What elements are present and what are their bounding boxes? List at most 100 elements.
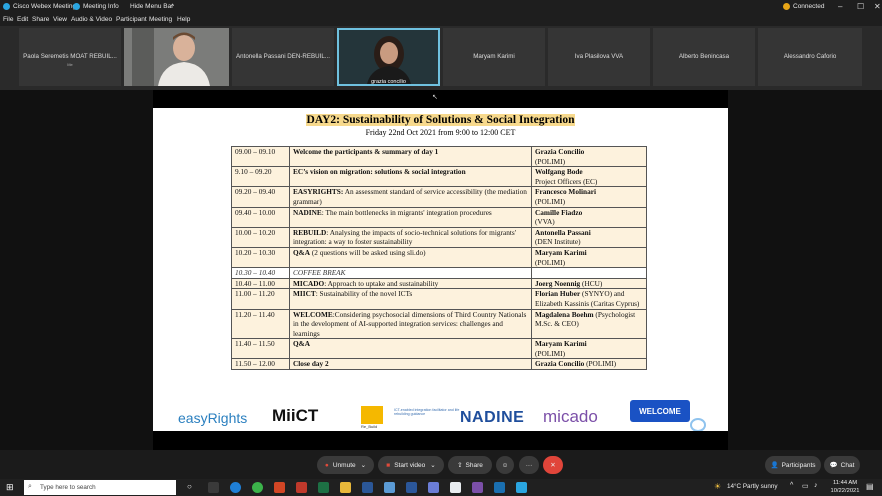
leave-meeting-button[interactable]: ✕ <box>543 456 563 474</box>
volume-icon[interactable]: ♪ <box>814 482 818 489</box>
partner-logos: easyRights MiiCT Re_Build ICT-enabled in… <box>178 400 723 432</box>
agenda-topic: REBUILD: Analysing the impacts of socio-… <box>289 226 532 248</box>
taskbar-app-icon[interactable] <box>384 482 395 493</box>
agenda-topic: Q&A (2 questions will be asked using sli… <box>289 246 532 269</box>
participant-tile[interactable]: Alessandro Caforio <box>758 28 862 86</box>
chevron-up-icon[interactable]: ^ <box>790 482 793 489</box>
agenda-topic: EASYRIGHTS: An assessment standard of se… <box>289 186 532 208</box>
agenda-topic-heading: Close day 2 <box>293 359 329 369</box>
agenda-topic-text: (2 questions will be asked using sli.do) <box>310 247 426 257</box>
chevron-down-icon[interactable]: ⌄ <box>430 461 435 469</box>
agenda-topic: MIICT: Sustainability of the novel ICTs <box>289 288 532 310</box>
close-icon: ✕ <box>550 462 556 469</box>
weather-text[interactable]: 14°C Partly sunny <box>727 483 777 490</box>
slide-letterbox-bottom <box>153 431 728 450</box>
powerpoint-icon[interactable] <box>274 482 285 493</box>
active-speaker-tile[interactable]: grazia concilio <box>337 28 440 86</box>
shared-content-area[interactable]: DAY2: Sustainability of Solutions & Soci… <box>0 90 882 450</box>
slide-letterbox-top <box>153 90 728 108</box>
chat-label: Chat <box>840 461 855 469</box>
agenda-speaker: Maryam Karimi (POLIMI) <box>531 246 647 269</box>
participant-video-image <box>124 28 229 86</box>
chevron-down-icon[interactable]: ⌄ <box>361 461 366 469</box>
excel-icon[interactable] <box>318 482 329 493</box>
notification-icon[interactable]: ▤ <box>866 482 874 491</box>
share-button[interactable]: ⇪ Share <box>448 456 492 474</box>
chevron-up-icon[interactable]: ^ <box>171 3 174 10</box>
participant-tile[interactable]: Iva Plasilova VVA <box>548 28 650 86</box>
agenda-speaker-name: Francesco Molinari <box>535 187 596 197</box>
network-icon[interactable]: ▭ <box>802 482 809 490</box>
agenda-speaker-name: Maryam Karimi <box>535 247 587 257</box>
mouse-cursor-icon: ↖ <box>432 94 438 101</box>
agenda-topic-heading: Q&A <box>293 339 311 349</box>
task-view-icon[interactable]: ○ <box>187 482 192 491</box>
agenda-speaker-name: Wolfgang Bode <box>535 167 583 177</box>
share-label: Share <box>465 461 483 469</box>
agenda-topic-heading: MICADO <box>293 278 325 288</box>
participant-video-tile[interactable] <box>124 28 229 86</box>
taskbar-app-icon[interactable] <box>516 482 527 493</box>
taskbar-app-icon[interactable] <box>362 482 373 493</box>
participant-me-label: Me <box>67 62 73 67</box>
participants-button[interactable]: 👤 Participants <box>765 456 821 474</box>
participant-tile[interactable]: Antonella Passani DEN-REBUIL... <box>232 28 334 86</box>
webex-taskbar-icon[interactable] <box>494 482 505 493</box>
menu-share[interactable]: Share <box>32 16 49 23</box>
taskbar-search-box[interactable]: ⌕ Type here to search <box>24 480 176 495</box>
taskbar-app-icon[interactable] <box>208 482 219 493</box>
taskbar-app-icon[interactable] <box>472 482 483 493</box>
reactions-button[interactable]: ☺ <box>496 456 514 474</box>
agenda-topic-text: : Sustainability of the novel ICTs <box>315 289 413 299</box>
chrome-icon[interactable] <box>252 482 263 493</box>
menu-audio-video[interactable]: Audio & Video <box>71 16 112 23</box>
menu-edit[interactable]: Edit <box>17 16 28 23</box>
connection-status[interactable]: Connected <box>793 3 824 10</box>
menu-view[interactable]: View <box>53 16 67 23</box>
agenda-speaker: Maryam Karimi (POLIMI) <box>531 338 647 360</box>
windows-start-icon[interactable]: ⊞ <box>6 482 14 493</box>
participant-tile[interactable]: Maryam Karimi <box>443 28 545 86</box>
more-options-button[interactable]: ··· <box>519 456 539 474</box>
agenda-speaker: Magdalena Boehm (Psychologist M.Sc. & CE… <box>531 308 647 340</box>
file-explorer-icon[interactable] <box>340 482 351 493</box>
maximize-icon[interactable]: ☐ <box>857 2 864 11</box>
word-icon[interactable] <box>406 482 417 493</box>
start-video-button[interactable]: ■ Start video ⌄ <box>378 456 444 474</box>
hide-menu-bar-button[interactable]: Hide Menu Bar <box>130 3 173 10</box>
agenda-speaker-org: (POLIMI) <box>584 359 617 369</box>
rebuild-logo-mark <box>361 406 383 424</box>
meeting-info-button[interactable]: Meeting Info <box>83 3 119 10</box>
agenda-topic-heading: MIICT <box>293 289 316 299</box>
taskbar-app-icon[interactable] <box>428 482 439 493</box>
clock-date[interactable]: 10/22/2021 <box>830 488 860 494</box>
taskbar-app-icon[interactable] <box>296 482 307 493</box>
agenda-speaker: Francesco Molinari (POLIMI) <box>531 186 647 208</box>
connection-status-icon <box>783 3 790 10</box>
menu-file[interactable]: File <box>3 16 13 23</box>
agenda-topic-heading: Welcome the participants & summary of da… <box>293 147 439 156</box>
minimize-icon[interactable]: – <box>838 2 842 11</box>
chat-button[interactable]: 💬 Chat <box>824 456 860 474</box>
taskbar-app-icon[interactable] <box>450 482 461 493</box>
menu-meeting[interactable]: Meeting <box>149 16 172 23</box>
agenda-topic: WELCOME:Considering psychosocial dimensi… <box>289 308 532 340</box>
close-icon[interactable]: ✕ <box>874 2 881 11</box>
agenda-speaker-name: Magdalena Boehm <box>535 309 594 319</box>
more-icon: ··· <box>525 461 533 469</box>
edge-icon[interactable] <box>230 482 241 493</box>
agenda-row: 09.00 – 09.10 Welcome the participants & … <box>231 145 647 168</box>
agenda-speaker: Grazia Concilio (POLIMI) <box>531 358 647 371</box>
rebuild-tagline: ICT-enabled integration facilitator and … <box>394 408 460 417</box>
agenda-speaker-org: (HCU) <box>580 278 603 288</box>
agenda-row: 11.50 – 12.00 Close day 2 Grazia Concilio … <box>231 358 647 371</box>
unmute-label: Unmute <box>332 461 356 469</box>
participant-tile[interactable]: Paola Seremetis MOAT REBUIL... Me <box>19 28 121 86</box>
clock-time[interactable]: 11:44 AM <box>830 480 860 486</box>
menu-participant[interactable]: Participant <box>116 16 147 23</box>
menu-help[interactable]: Help <box>177 16 190 23</box>
unmute-button[interactable]: ● Unmute ⌄ <box>317 456 374 474</box>
participant-tile[interactable]: Alberto Benincasa <box>653 28 755 86</box>
agenda-speaker <box>531 267 647 279</box>
welcome-logo-mark <box>690 418 706 432</box>
